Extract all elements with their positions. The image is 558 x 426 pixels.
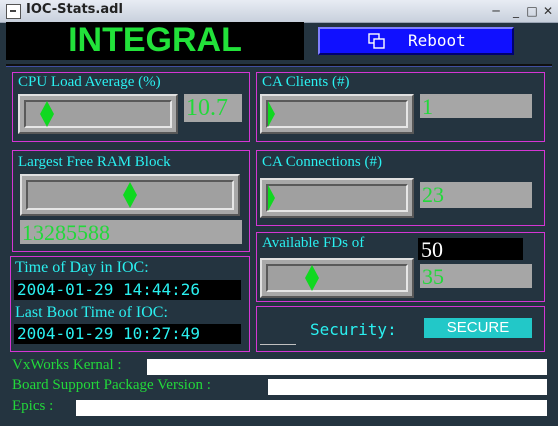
cpu-load-label: CPU Load Average (%) [18, 74, 161, 90]
available-fds-value: 35 [420, 264, 532, 288]
epics-label: Epics : [12, 398, 54, 414]
ca-clients-bar [260, 94, 414, 134]
fds-total-value: 50 [418, 238, 523, 262]
ca-clients-label: CA Clients (#) [262, 74, 350, 90]
close-icon[interactable]: ✕ [540, 3, 556, 19]
security-status-badge: SECURE [424, 318, 532, 338]
ioc-stats-window: IOC-Stats.adl ─ _ □ ✕ INTEGRAL Reboot CP… [0, 0, 558, 426]
ca-connections-label: CA Connections (#) [262, 154, 382, 170]
time-of-day-label: Time of Day in IOC: [15, 259, 149, 276]
time-of-day-value: 2004-01-29 14:44:26 [14, 280, 241, 300]
available-fds-marker-icon [305, 265, 320, 291]
free-ram-label: Largest Free RAM Block [18, 154, 171, 170]
bsp-version-value [268, 379, 547, 395]
header-divider [6, 64, 552, 67]
ioc-name-title: INTEGRAL [68, 21, 242, 59]
minimize-icon[interactable]: _ [508, 3, 524, 19]
ca-clients-value: 1 [420, 94, 532, 118]
windows-icon [368, 33, 385, 49]
ca-connections-value: 23 [420, 182, 532, 208]
ca-connections-bar [260, 178, 414, 218]
ca-clients-marker-icon [268, 101, 275, 127]
security-input[interactable] [260, 330, 296, 345]
cpu-load-value: 10.7 [184, 94, 242, 122]
shade-icon[interactable]: ─ [488, 3, 504, 19]
maximize-icon[interactable]: □ [524, 3, 540, 19]
security-label: Security: [310, 320, 397, 339]
window-menu-icon[interactable] [6, 4, 21, 19]
free-ram-marker-icon [123, 182, 137, 208]
bsp-version-label: Board Support Package Version : [12, 377, 211, 393]
free-ram-value: 13285588 [20, 220, 242, 244]
reboot-label: Reboot [408, 31, 466, 50]
last-boot-value: 2004-01-29 10:27:49 [14, 324, 241, 344]
vxworks-value [147, 359, 547, 375]
cpu-load-bar [18, 94, 178, 134]
cpu-load-marker-icon [39, 101, 54, 127]
reboot-button[interactable]: Reboot [318, 27, 514, 55]
ca-connections-marker-icon [268, 185, 275, 211]
free-ram-bar [20, 174, 240, 216]
epics-value [76, 400, 547, 416]
window-title: IOC-Stats.adl [26, 2, 123, 17]
available-fds-bar [260, 258, 414, 298]
last-boot-label: Last Boot Time of IOC: [15, 304, 168, 321]
available-fds-label: Available FDs of [262, 235, 365, 251]
vxworks-label: VxWorks Kernal : [12, 357, 122, 373]
